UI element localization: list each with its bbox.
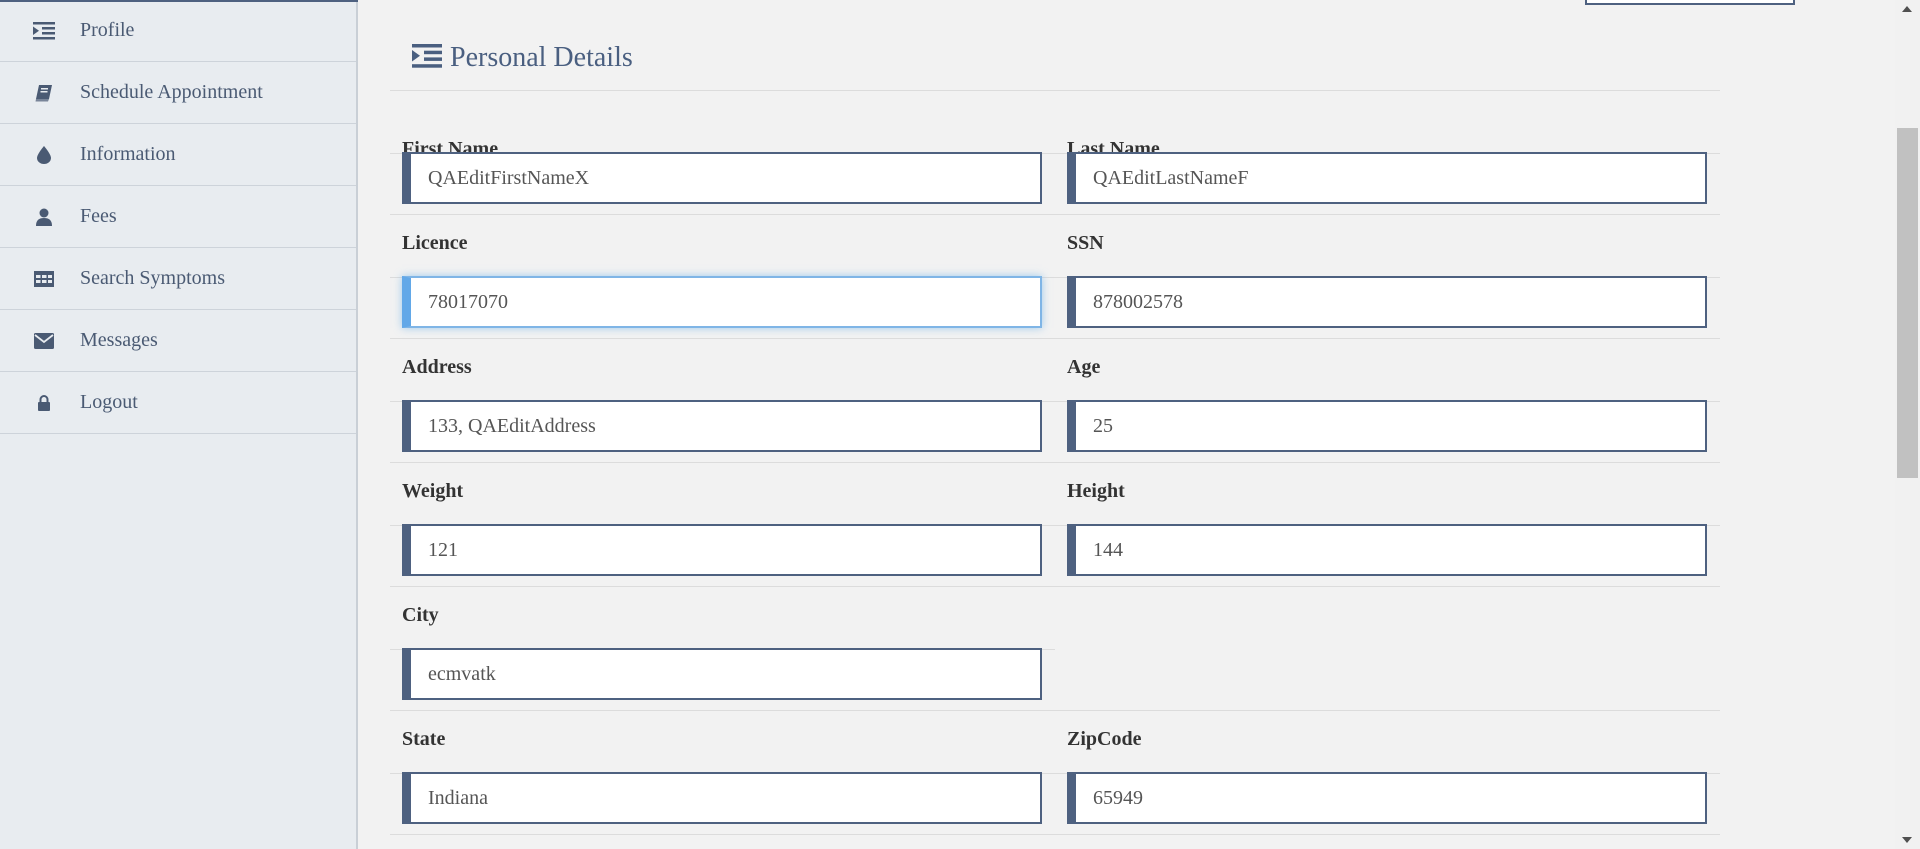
- address-label: Address: [402, 356, 472, 378]
- sidebar-item-label: Information: [80, 143, 176, 165]
- city-label: City: [402, 604, 439, 626]
- height-label: Height: [1067, 480, 1125, 502]
- droplet-icon: [33, 144, 55, 166]
- first-name-field[interactable]: [402, 152, 1042, 204]
- table-icon: [33, 268, 55, 290]
- ssn-label: SSN: [1067, 232, 1104, 254]
- row-divider: [390, 462, 1720, 463]
- sidebar-item-label: Schedule Appointment: [80, 81, 263, 103]
- arrow-up-icon: [1902, 6, 1912, 12]
- row-divider: [390, 214, 1720, 215]
- indent-icon: [412, 43, 442, 73]
- sidebar-item-label: Profile: [80, 19, 135, 41]
- sidebar-item-messages[interactable]: Messages: [0, 310, 356, 372]
- envelope-icon: [33, 330, 55, 352]
- row-divider: [390, 586, 1720, 587]
- sidebar-item-information[interactable]: Information: [0, 124, 356, 186]
- sidebar: Profile Schedule Appointment Information…: [0, 0, 358, 849]
- book-icon: [33, 82, 55, 104]
- sidebar-item-profile[interactable]: Profile: [0, 0, 356, 62]
- state-label: State: [402, 728, 446, 750]
- state-field[interactable]: [402, 772, 1042, 824]
- page-title: Personal Details: [412, 42, 633, 74]
- panel-title-text: Personal Details: [450, 42, 633, 73]
- zipcode-label: ZipCode: [1067, 728, 1142, 750]
- scrollbar-thumb[interactable]: [1897, 128, 1918, 478]
- sidebar-item-label: Search Symptoms: [80, 267, 225, 289]
- sidebar-item-logout[interactable]: Logout: [0, 372, 356, 434]
- row-divider: [390, 710, 1720, 711]
- age-field[interactable]: [1067, 400, 1707, 452]
- top-right-input-edge[interactable]: [1585, 0, 1795, 5]
- age-label: Age: [1067, 356, 1101, 378]
- indent-icon: [33, 20, 55, 42]
- height-field[interactable]: [1067, 524, 1707, 576]
- address-field[interactable]: [402, 400, 1042, 452]
- ssn-field[interactable]: [1067, 276, 1707, 328]
- weight-label: Weight: [402, 480, 464, 502]
- row-divider: [390, 338, 1720, 339]
- arrow-down-icon: [1902, 837, 1912, 843]
- licence-label: Licence: [402, 232, 468, 254]
- row-divider: [390, 834, 1720, 835]
- scroll-down-button[interactable]: [1895, 831, 1920, 849]
- sidebar-item-search-symptoms[interactable]: Search Symptoms: [0, 248, 356, 310]
- user-icon: [33, 206, 55, 228]
- city-field[interactable]: [402, 648, 1042, 700]
- sidebar-item-schedule-appointment[interactable]: Schedule Appointment: [0, 62, 356, 124]
- sidebar-item-label: Logout: [80, 391, 138, 413]
- sidebar-item-label: Messages: [80, 329, 158, 351]
- personal-details-panel: Personal Details First Name Last Name Li…: [390, 30, 1720, 849]
- lock-icon: [33, 392, 55, 414]
- weight-field[interactable]: [402, 524, 1042, 576]
- sidebar-item-fees[interactable]: Fees: [0, 186, 356, 248]
- scroll-up-button[interactable]: [1895, 0, 1920, 18]
- licence-field[interactable]: [402, 276, 1042, 328]
- zipcode-field[interactable]: [1067, 772, 1707, 824]
- last-name-field[interactable]: [1067, 152, 1707, 204]
- sidebar-item-label: Fees: [80, 205, 117, 227]
